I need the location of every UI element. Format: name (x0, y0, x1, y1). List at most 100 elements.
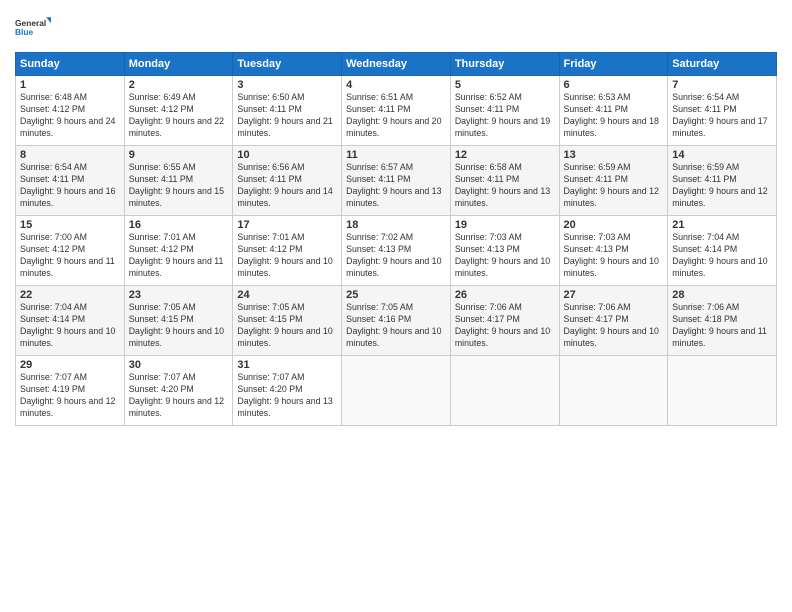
calendar-week-row: 15 Sunrise: 7:00 AMSunset: 4:12 PMDaylig… (16, 216, 777, 286)
calendar-day-header: Saturday (668, 53, 777, 76)
calendar-cell: 26 Sunrise: 7:06 AMSunset: 4:17 PMDaylig… (450, 286, 559, 356)
day-detail: Sunrise: 7:01 AMSunset: 4:12 PMDaylight:… (129, 232, 224, 278)
day-number: 1 (20, 79, 120, 91)
calendar-cell: 10 Sunrise: 6:56 AMSunset: 4:11 PMDaylig… (233, 146, 342, 216)
day-detail: Sunrise: 7:04 AMSunset: 4:14 PMDaylight:… (20, 302, 115, 348)
day-number: 20 (564, 219, 664, 231)
day-number: 7 (672, 79, 772, 91)
calendar-week-row: 1 Sunrise: 6:48 AMSunset: 4:12 PMDayligh… (16, 76, 777, 146)
day-number: 16 (129, 219, 229, 231)
calendar-cell: 18 Sunrise: 7:02 AMSunset: 4:13 PMDaylig… (342, 216, 451, 286)
day-number: 4 (346, 79, 446, 91)
day-number: 6 (564, 79, 664, 91)
day-detail: Sunrise: 7:00 AMSunset: 4:12 PMDaylight:… (20, 232, 115, 278)
calendar-cell (559, 356, 668, 426)
day-detail: Sunrise: 7:01 AMSunset: 4:12 PMDaylight:… (237, 232, 332, 278)
calendar-cell: 3 Sunrise: 6:50 AMSunset: 4:11 PMDayligh… (233, 76, 342, 146)
day-detail: Sunrise: 7:03 AMSunset: 4:13 PMDaylight:… (455, 232, 550, 278)
calendar-cell: 1 Sunrise: 6:48 AMSunset: 4:12 PMDayligh… (16, 76, 125, 146)
day-detail: Sunrise: 7:03 AMSunset: 4:13 PMDaylight:… (564, 232, 659, 278)
day-detail: Sunrise: 6:52 AMSunset: 4:11 PMDaylight:… (455, 92, 550, 138)
day-detail: Sunrise: 6:53 AMSunset: 4:11 PMDaylight:… (564, 92, 659, 138)
day-detail: Sunrise: 7:06 AMSunset: 4:17 PMDaylight:… (564, 302, 659, 348)
day-detail: Sunrise: 6:48 AMSunset: 4:12 PMDaylight:… (20, 92, 115, 138)
calendar-week-row: 29 Sunrise: 7:07 AMSunset: 4:19 PMDaylig… (16, 356, 777, 426)
calendar-day-header: Thursday (450, 53, 559, 76)
page: General Blue SundayMondayTuesdayWednesda… (0, 0, 792, 612)
day-number: 8 (20, 149, 120, 161)
day-number: 19 (455, 219, 555, 231)
day-detail: Sunrise: 6:54 AMSunset: 4:11 PMDaylight:… (672, 92, 767, 138)
calendar-cell: 30 Sunrise: 7:07 AMSunset: 4:20 PMDaylig… (124, 356, 233, 426)
calendar-body: 1 Sunrise: 6:48 AMSunset: 4:12 PMDayligh… (16, 76, 777, 426)
day-number: 23 (129, 289, 229, 301)
calendar-cell: 15 Sunrise: 7:00 AMSunset: 4:12 PMDaylig… (16, 216, 125, 286)
day-detail: Sunrise: 7:05 AMSunset: 4:15 PMDaylight:… (237, 302, 332, 348)
calendar-cell: 19 Sunrise: 7:03 AMSunset: 4:13 PMDaylig… (450, 216, 559, 286)
day-number: 5 (455, 79, 555, 91)
day-detail: Sunrise: 7:07 AMSunset: 4:20 PMDaylight:… (129, 372, 224, 418)
day-detail: Sunrise: 7:04 AMSunset: 4:14 PMDaylight:… (672, 232, 767, 278)
day-detail: Sunrise: 6:54 AMSunset: 4:11 PMDaylight:… (20, 162, 115, 208)
calendar-cell: 7 Sunrise: 6:54 AMSunset: 4:11 PMDayligh… (668, 76, 777, 146)
day-number: 21 (672, 219, 772, 231)
day-number: 26 (455, 289, 555, 301)
day-number: 29 (20, 359, 120, 371)
calendar-cell: 11 Sunrise: 6:57 AMSunset: 4:11 PMDaylig… (342, 146, 451, 216)
svg-text:Blue: Blue (15, 27, 34, 37)
calendar-cell: 2 Sunrise: 6:49 AMSunset: 4:12 PMDayligh… (124, 76, 233, 146)
day-number: 18 (346, 219, 446, 231)
day-number: 14 (672, 149, 772, 161)
calendar-cell: 17 Sunrise: 7:01 AMSunset: 4:12 PMDaylig… (233, 216, 342, 286)
day-number: 3 (237, 79, 337, 91)
calendar-cell: 29 Sunrise: 7:07 AMSunset: 4:19 PMDaylig… (16, 356, 125, 426)
calendar-week-row: 22 Sunrise: 7:04 AMSunset: 4:14 PMDaylig… (16, 286, 777, 356)
day-number: 30 (129, 359, 229, 371)
calendar-cell: 13 Sunrise: 6:59 AMSunset: 4:11 PMDaylig… (559, 146, 668, 216)
day-detail: Sunrise: 6:50 AMSunset: 4:11 PMDaylight:… (237, 92, 332, 138)
day-number: 9 (129, 149, 229, 161)
day-number: 25 (346, 289, 446, 301)
day-detail: Sunrise: 6:59 AMSunset: 4:11 PMDaylight:… (564, 162, 659, 208)
calendar-cell: 27 Sunrise: 7:06 AMSunset: 4:17 PMDaylig… (559, 286, 668, 356)
day-detail: Sunrise: 6:49 AMSunset: 4:12 PMDaylight:… (129, 92, 224, 138)
calendar-cell: 25 Sunrise: 7:05 AMSunset: 4:16 PMDaylig… (342, 286, 451, 356)
day-number: 27 (564, 289, 664, 301)
day-detail: Sunrise: 6:55 AMSunset: 4:11 PMDaylight:… (129, 162, 224, 208)
day-detail: Sunrise: 6:59 AMSunset: 4:11 PMDaylight:… (672, 162, 767, 208)
day-detail: Sunrise: 7:07 AMSunset: 4:19 PMDaylight:… (20, 372, 115, 418)
calendar-cell (450, 356, 559, 426)
calendar-cell: 9 Sunrise: 6:55 AMSunset: 4:11 PMDayligh… (124, 146, 233, 216)
calendar-day-header: Friday (559, 53, 668, 76)
calendar-cell: 14 Sunrise: 6:59 AMSunset: 4:11 PMDaylig… (668, 146, 777, 216)
day-number: 22 (20, 289, 120, 301)
calendar-day-header: Tuesday (233, 53, 342, 76)
calendar-cell: 16 Sunrise: 7:01 AMSunset: 4:12 PMDaylig… (124, 216, 233, 286)
calendar-cell (342, 356, 451, 426)
day-detail: Sunrise: 7:05 AMSunset: 4:16 PMDaylight:… (346, 302, 441, 348)
logo: General Blue (15, 10, 51, 46)
calendar-day-header: Monday (124, 53, 233, 76)
calendar-cell: 5 Sunrise: 6:52 AMSunset: 4:11 PMDayligh… (450, 76, 559, 146)
day-number: 12 (455, 149, 555, 161)
calendar-week-row: 8 Sunrise: 6:54 AMSunset: 4:11 PMDayligh… (16, 146, 777, 216)
day-number: 17 (237, 219, 337, 231)
day-detail: Sunrise: 6:51 AMSunset: 4:11 PMDaylight:… (346, 92, 441, 138)
calendar-cell (668, 356, 777, 426)
day-detail: Sunrise: 7:06 AMSunset: 4:17 PMDaylight:… (455, 302, 550, 348)
calendar-cell: 22 Sunrise: 7:04 AMSunset: 4:14 PMDaylig… (16, 286, 125, 356)
day-detail: Sunrise: 7:07 AMSunset: 4:20 PMDaylight:… (237, 372, 332, 418)
calendar-cell: 31 Sunrise: 7:07 AMSunset: 4:20 PMDaylig… (233, 356, 342, 426)
calendar-cell: 4 Sunrise: 6:51 AMSunset: 4:11 PMDayligh… (342, 76, 451, 146)
calendar-cell: 28 Sunrise: 7:06 AMSunset: 4:18 PMDaylig… (668, 286, 777, 356)
day-number: 2 (129, 79, 229, 91)
calendar-cell: 6 Sunrise: 6:53 AMSunset: 4:11 PMDayligh… (559, 76, 668, 146)
day-number: 13 (564, 149, 664, 161)
calendar-cell: 20 Sunrise: 7:03 AMSunset: 4:13 PMDaylig… (559, 216, 668, 286)
calendar-header-row: SundayMondayTuesdayWednesdayThursdayFrid… (16, 53, 777, 76)
day-number: 11 (346, 149, 446, 161)
day-detail: Sunrise: 7:05 AMSunset: 4:15 PMDaylight:… (129, 302, 224, 348)
logo-svg: General Blue (15, 10, 51, 46)
calendar-table: SundayMondayTuesdayWednesdayThursdayFrid… (15, 52, 777, 426)
day-detail: Sunrise: 7:02 AMSunset: 4:13 PMDaylight:… (346, 232, 441, 278)
